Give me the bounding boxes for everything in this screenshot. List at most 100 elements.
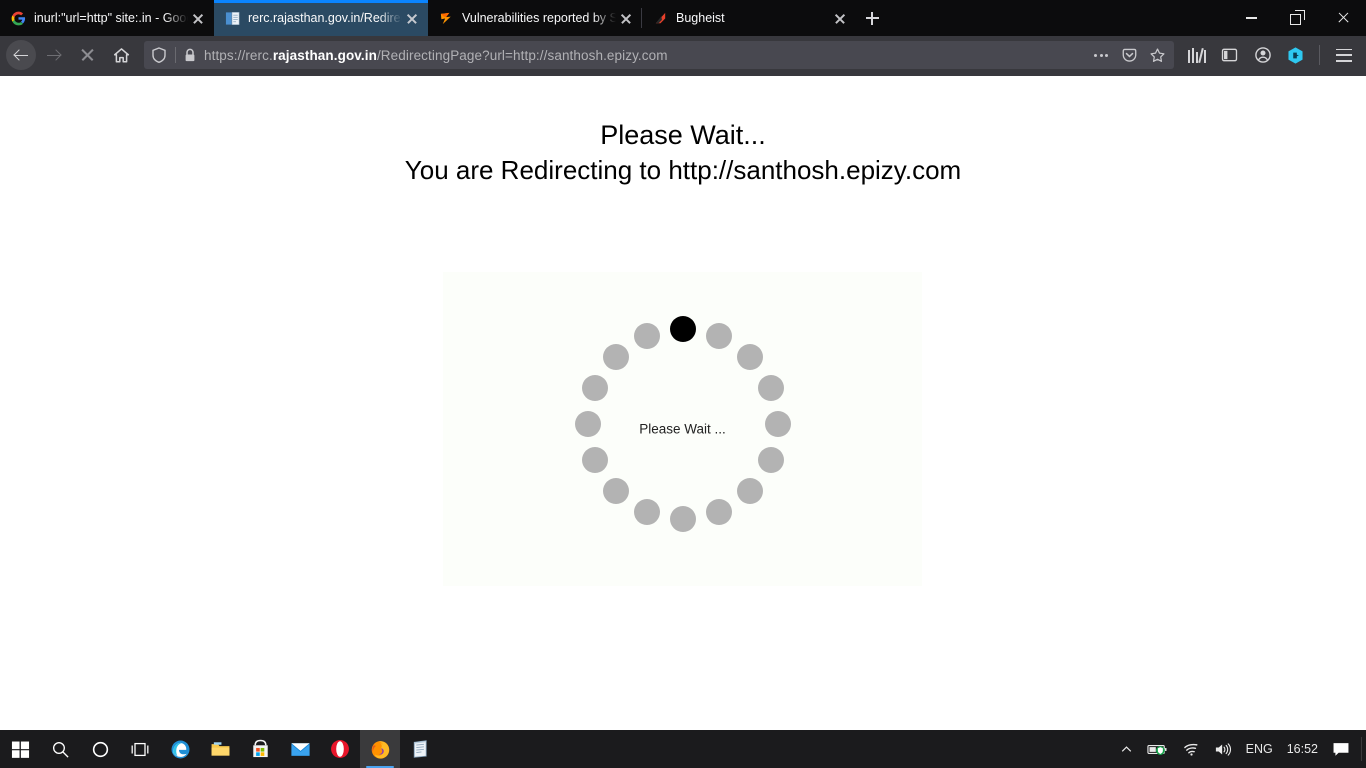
chevron-up-icon (1121, 745, 1131, 752)
search-button[interactable] (40, 730, 80, 768)
stop-loading-button[interactable] (70, 40, 104, 70)
divider (1361, 737, 1362, 761)
pocket-icon[interactable] (1116, 42, 1142, 68)
close-icon[interactable] (188, 8, 208, 28)
spinner-dot (602, 478, 629, 505)
microsoft-store-button[interactable] (240, 730, 280, 768)
mail-icon (290, 742, 310, 756)
browser-toolbar-right (1180, 40, 1360, 70)
spinner-dot (582, 374, 609, 401)
close-icon[interactable] (402, 8, 422, 28)
page-content: Please Wait... You are Redirecting to ht… (0, 76, 1366, 730)
store-icon (252, 739, 268, 758)
restore-button[interactable] (1274, 0, 1320, 36)
language-indicator[interactable]: ENG (1239, 730, 1280, 768)
window-controls (1228, 0, 1366, 36)
new-tab-button[interactable] (856, 0, 888, 36)
wifi-icon[interactable] (1176, 730, 1207, 768)
browser-window: inurl:"url=http" site:.in - Google Searc… (0, 0, 1366, 730)
task-view-button[interactable] (120, 730, 160, 768)
windows-taskbar: ENG 16:52 (0, 730, 1366, 768)
search-icon (52, 741, 69, 758)
lock-icon[interactable] (183, 48, 197, 63)
show-hidden-icons-chevron[interactable] (1113, 730, 1140, 768)
address-bar[interactable]: https://rerc.rajasthan.gov.in/Redirectin… (144, 41, 1174, 69)
edge-icon (171, 740, 189, 758)
close-window-button[interactable] (1320, 0, 1366, 36)
arrow-left-icon (14, 48, 29, 63)
url-domain: rajasthan.gov.in (272, 47, 377, 63)
tab-strip: inurl:"url=http" site:.in - Google Searc… (0, 0, 1366, 36)
system-tray: ENG 16:52 (1113, 730, 1366, 768)
windows-logo-icon (11, 741, 29, 758)
home-button[interactable] (104, 40, 138, 70)
url-action-buttons (1088, 42, 1170, 68)
close-icon[interactable] (616, 8, 636, 28)
browser-tab[interactable]: inurl:"url=http" site:.in - Google Searc… (0, 0, 214, 36)
tab-title: rerc.rajasthan.gov.in/RedirectingPage?ur… (248, 11, 402, 25)
url-text: https://rerc.rajasthan.gov.in/Redirectin… (204, 48, 1088, 63)
spinner-dot (757, 374, 784, 401)
browser-tab[interactable]: rerc.rajasthan.gov.in/RedirectingPage?ur… (214, 0, 428, 36)
cortana-circle-icon (92, 741, 108, 757)
opera-icon (331, 740, 349, 758)
firefox-icon (371, 740, 389, 759)
close-icon (80, 48, 95, 63)
browser-tab[interactable]: Bugheist (641, 0, 856, 36)
spinner-dot (582, 447, 609, 474)
opera-button[interactable] (320, 730, 360, 768)
tab-title: Bugheist (676, 11, 725, 25)
spinner-dot (706, 498, 733, 525)
spinner-panel: Please Wait ... (443, 272, 922, 586)
volume-icon[interactable] (1207, 730, 1239, 768)
tab-title: inurl:"url=http" site:.in - Google Searc… (34, 11, 188, 25)
mail-button[interactable] (280, 730, 320, 768)
google-icon (10, 10, 26, 26)
tab-title: Vulnerabilities reported by Santhosh (462, 11, 616, 25)
back-button[interactable] (6, 40, 36, 70)
edge-button[interactable] (160, 730, 200, 768)
bugheist-icon (652, 10, 668, 26)
navigation-toolbar: https://rerc.rajasthan.gov.in/Redirectin… (0, 36, 1366, 74)
account-icon[interactable] (1246, 40, 1279, 70)
divider (1319, 45, 1320, 65)
folder-icon (211, 741, 229, 756)
bookmark-star-icon[interactable] (1144, 42, 1170, 68)
clock[interactable]: 16:52 (1280, 730, 1325, 768)
spinner-dot (633, 498, 660, 525)
sidebar-icon[interactable] (1213, 40, 1246, 70)
extension-hexagon-icon[interactable] (1279, 40, 1312, 70)
start-button[interactable] (0, 730, 40, 768)
cortana-button[interactable] (80, 730, 120, 768)
page-actions-ellipsis-icon[interactable] (1088, 42, 1114, 68)
minimize-button[interactable] (1228, 0, 1274, 36)
spinner-label: Please Wait ... (639, 421, 726, 437)
browser-tab[interactable]: Vulnerabilities reported by Santhosh (428, 0, 642, 36)
home-icon (113, 47, 129, 62)
forward-button[interactable] (36, 40, 70, 70)
hamburger-menu-icon[interactable] (1327, 40, 1360, 70)
notepad-icon (413, 740, 427, 758)
firefox-icon (438, 10, 454, 26)
spinner-dot-active (670, 316, 696, 342)
close-icon[interactable] (830, 8, 850, 28)
firefox-button[interactable] (360, 730, 400, 768)
spinner-dot (633, 323, 660, 350)
heading-line-1: Please Wait... (600, 120, 766, 150)
battery-icon[interactable] (1140, 730, 1176, 768)
tracking-protection-shield-icon[interactable] (150, 46, 168, 64)
task-view-icon (131, 742, 149, 756)
url-prefix: https://rerc. (204, 47, 273, 63)
spinner-dot (737, 343, 764, 370)
library-icon[interactable] (1180, 40, 1213, 70)
file-explorer-button[interactable] (200, 730, 240, 768)
notepad-button[interactable] (400, 730, 440, 768)
document-icon (224, 10, 240, 26)
page-heading: Please Wait... You are Redirecting to ht… (0, 76, 1366, 188)
spinner-dot (602, 343, 629, 370)
action-center-icon[interactable] (1325, 730, 1357, 768)
heading-line-2: You are Redirecting to http://santhosh.e… (404, 154, 962, 185)
divider (175, 47, 176, 63)
spinner-dot (757, 447, 784, 474)
spinner-dot (706, 323, 733, 350)
